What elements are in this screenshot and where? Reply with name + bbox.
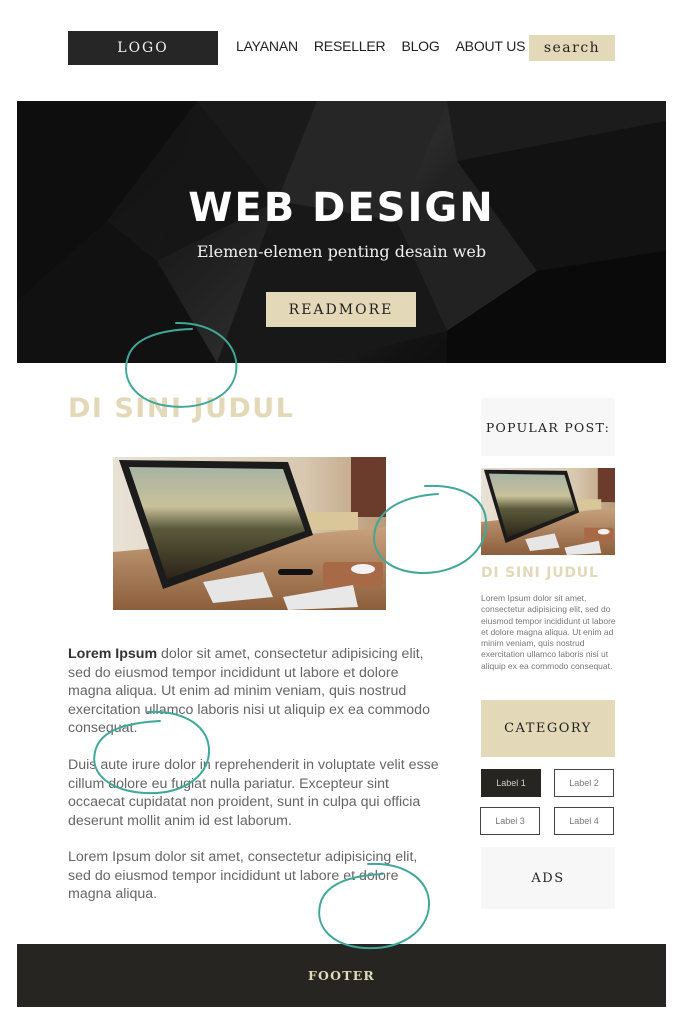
nav-item-blog[interactable]: BLOG — [401, 38, 439, 54]
readmore-button[interactable]: READMORE — [266, 292, 416, 327]
main-article-title[interactable]: DI SINI JUDUL — [68, 393, 294, 424]
hero-subtitle: Elemen-elemen penting desain web — [196, 242, 487, 261]
ads-placeholder[interactable]: ADS — [481, 847, 615, 909]
article-paragraph-3: Lorem Ipsum dolor sit amet, consectetur … — [68, 849, 418, 902]
main-article-image — [113, 457, 386, 610]
category-heading: CATEGORY — [481, 700, 615, 757]
category-label-3[interactable]: Label 3 — [480, 807, 540, 835]
popular-post-title[interactable]: DI SINI JUDUL — [481, 565, 599, 581]
footer: FOOTER — [17, 944, 666, 1007]
main-nav: LAYANAN RESELLER BLOG ABOUT US — [236, 38, 525, 54]
desktop-photo — [113, 457, 386, 610]
popular-post-excerpt: Lorem Ipsum dolor sit amet, consectetur … — [481, 593, 616, 671]
category-label-1[interactable]: Label 1 — [481, 769, 541, 797]
search-button[interactable]: search — [529, 35, 615, 61]
hero-banner: WEB DESIGN Elemen-elemen penting desain … — [17, 101, 666, 363]
article-paragraph-1: Lorem Ipsum dolor sit amet, consectetur … — [68, 645, 440, 738]
popular-post-photo — [481, 468, 615, 555]
article-paragraph-2: Duis aute irure dolor in reprehenderit i… — [68, 757, 439, 829]
logo[interactable]: LOGO — [68, 31, 218, 65]
popular-post-image[interactable] — [481, 468, 615, 555]
popular-post-heading: POPULAR POST: — [481, 398, 615, 456]
nav-item-layanan[interactable]: LAYANAN — [236, 38, 298, 54]
nav-item-about-us[interactable]: ABOUT US — [456, 38, 526, 54]
category-label-4[interactable]: Label 4 — [554, 807, 614, 835]
nav-item-reseller[interactable]: RESELLER — [314, 38, 386, 54]
hero-title: WEB DESIGN — [188, 185, 495, 231]
article-lead-bold: Lorem Ipsum — [68, 646, 158, 662]
category-label-2[interactable]: Label 2 — [554, 769, 614, 797]
annotation-circle-image — [373, 484, 488, 575]
footer-label: FOOTER — [307, 968, 376, 983]
